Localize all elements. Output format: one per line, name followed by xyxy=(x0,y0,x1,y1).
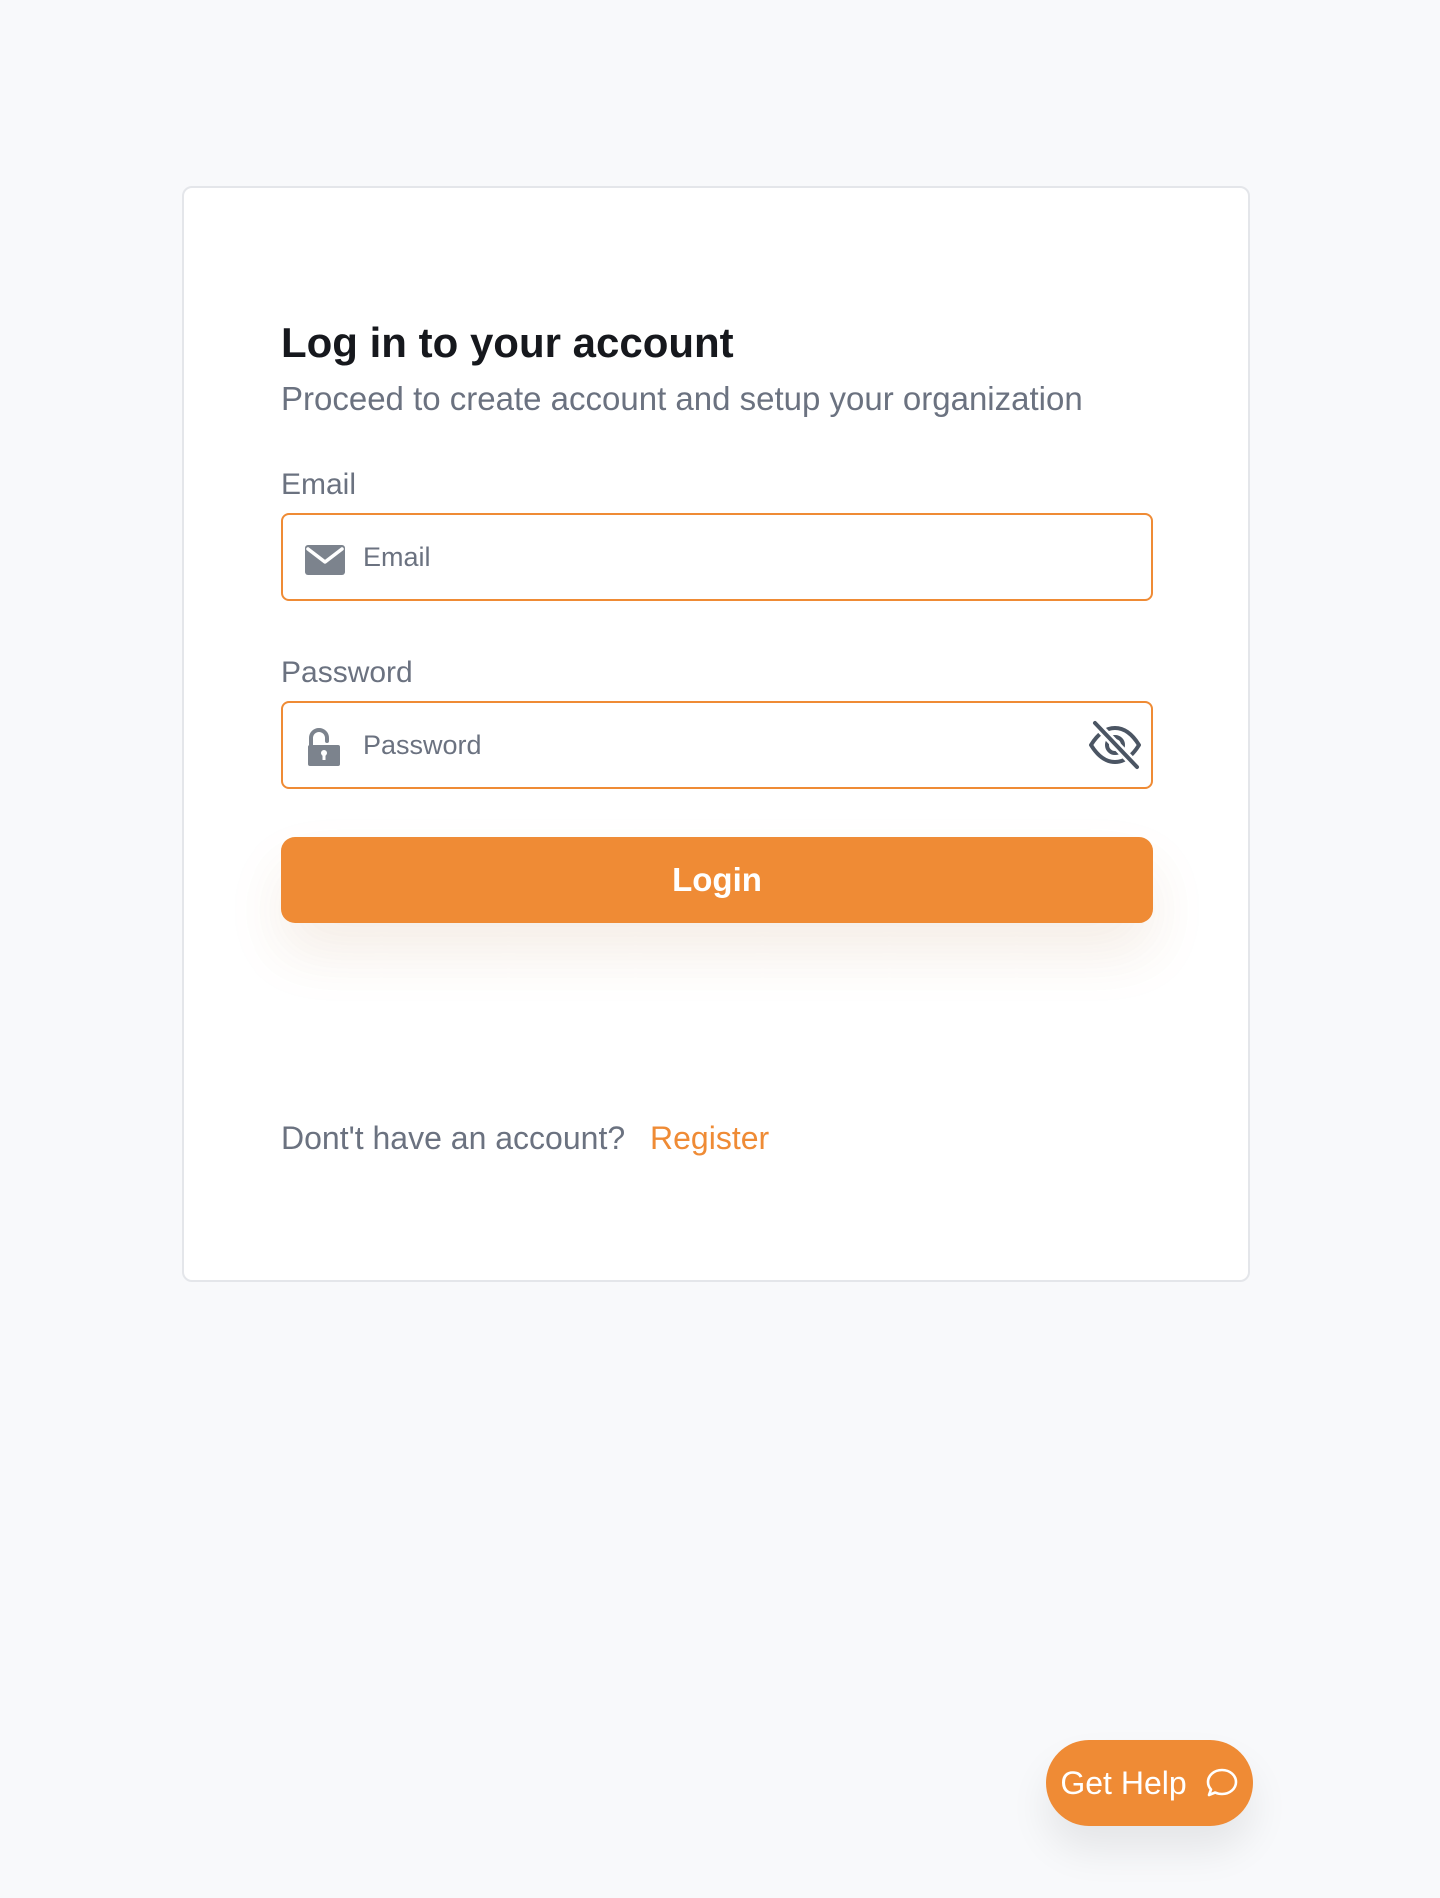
lock-open-icon xyxy=(308,728,340,767)
mail-icon xyxy=(305,545,345,576)
login-page: Log in to your account Proceed to create… xyxy=(0,0,1440,1898)
page-title: Log in to your account xyxy=(281,319,734,366)
login-button[interactable]: Login xyxy=(281,837,1153,924)
password-input[interactable] xyxy=(363,703,1063,788)
login-form: Log in to your account Proceed to create… xyxy=(281,318,1153,1158)
get-help-button[interactable]: Get Help xyxy=(1046,1740,1253,1826)
login-card: Log in to your account Proceed to create… xyxy=(182,186,1250,1282)
eye-off-icon[interactable] xyxy=(1087,717,1143,773)
email-label: Email xyxy=(281,468,357,502)
register-prompt: Dont't have an account? xyxy=(281,1120,626,1157)
register-row: Dont't have an account? Register xyxy=(281,1119,1153,1157)
page-subtitle: Proceed to create account and setup your… xyxy=(281,380,1083,418)
email-field-wrapper xyxy=(281,513,1153,602)
password-field-wrapper xyxy=(281,701,1153,790)
password-label: Password xyxy=(281,656,413,690)
get-help-label: Get Help xyxy=(1060,1764,1187,1801)
register-link[interactable]: Register xyxy=(650,1120,769,1156)
email-input[interactable] xyxy=(363,515,1063,600)
chat-bubble-icon xyxy=(1206,1768,1237,1797)
